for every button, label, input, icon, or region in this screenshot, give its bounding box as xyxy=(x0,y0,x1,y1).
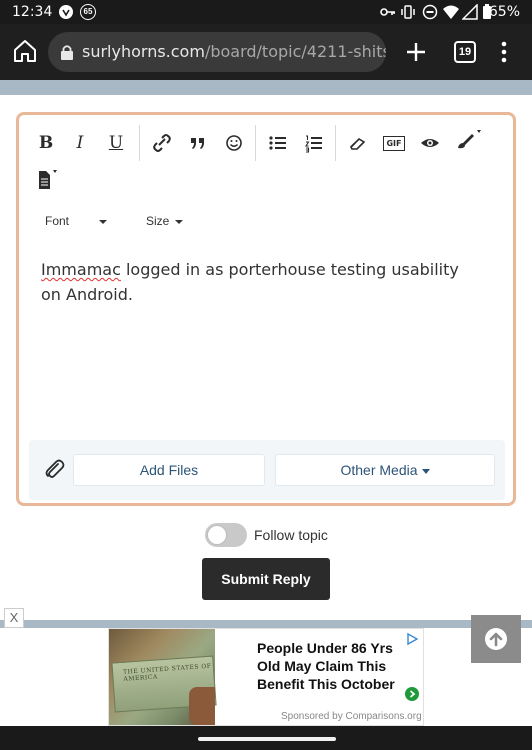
bullet-list-icon[interactable] xyxy=(265,130,291,156)
url-domain: surlyhorns.com xyxy=(82,42,205,61)
signal-icon xyxy=(462,4,478,20)
page-divider xyxy=(0,80,532,95)
status-bar: 12:34 65 65% xyxy=(0,0,532,24)
address-text[interactable]: surlyhorns.com/board/topic/4211-shits-b xyxy=(82,42,386,61)
link-icon[interactable] xyxy=(149,130,175,156)
reply-text-area[interactable]: Immamac logged in as porterhouse testing… xyxy=(41,257,481,307)
follow-topic-toggle[interactable] xyxy=(205,523,247,547)
size-dropdown[interactable]: Size xyxy=(146,214,184,228)
new-tab-icon[interactable] xyxy=(404,40,428,64)
document-icon[interactable] xyxy=(33,167,63,193)
overflow-menu-icon[interactable] xyxy=(496,40,512,64)
toolbar-separator xyxy=(335,125,336,161)
home-icon[interactable] xyxy=(12,38,38,64)
notification-count-icon: 65 xyxy=(80,4,96,20)
status-time: 12:34 xyxy=(12,4,53,20)
reply-editor: B I U GIF Font Size Immamac logged in as… xyxy=(16,112,516,506)
toolbar-separator xyxy=(255,125,256,161)
chevron-down-icon xyxy=(99,219,108,224)
wifi-icon xyxy=(443,5,459,19)
arrow-up-circle-icon xyxy=(485,628,507,650)
ad-headline[interactable]: People Under 86 Yrs Old May Claim This B… xyxy=(257,639,407,693)
key-icon xyxy=(380,8,395,16)
adchoices-icon[interactable] xyxy=(405,632,419,646)
gif-button[interactable]: GIF xyxy=(381,130,407,156)
other-media-label: Other Media xyxy=(340,462,418,478)
battery-percent: 65% xyxy=(488,4,520,20)
preview-eye-icon[interactable] xyxy=(417,130,443,156)
paperclip-icon[interactable] xyxy=(41,456,67,482)
eraser-icon[interactable] xyxy=(345,130,371,156)
hand xyxy=(189,687,215,725)
gesture-handle[interactable] xyxy=(198,737,336,741)
advertisement[interactable]: THE UNITED STATES OF AMERICA People Unde… xyxy=(108,628,424,726)
emoji-icon[interactable] xyxy=(221,130,247,156)
other-media-button[interactable]: Other Media xyxy=(275,454,495,486)
scroll-to-top-button[interactable] xyxy=(471,615,521,663)
follow-topic-label: Follow topic xyxy=(254,527,328,543)
ad-image-money: THE UNITED STATES OF AMERICA xyxy=(109,629,217,725)
page-divider xyxy=(0,620,532,628)
submit-reply-button[interactable]: Submit Reply xyxy=(202,558,330,600)
size-dropdown-label: Size xyxy=(146,214,170,228)
gif-label: GIF xyxy=(383,135,405,151)
system-nav-bar xyxy=(0,726,532,750)
chevron-down-icon xyxy=(175,219,184,224)
vpn-shield-icon xyxy=(59,5,73,19)
paint-brush-icon[interactable] xyxy=(453,127,483,153)
browser-toolbar: surlyhorns.com/board/topic/4211-shits-b … xyxy=(0,24,532,80)
toolbar-separator xyxy=(139,125,140,161)
misspelled-word: Immamac xyxy=(41,260,121,279)
lock-icon xyxy=(61,45,73,60)
do-not-disturb-icon xyxy=(422,4,438,20)
chevron-right-icon[interactable] xyxy=(405,687,419,701)
italic-button[interactable]: I xyxy=(67,130,93,156)
ad-close-button[interactable]: X xyxy=(4,608,24,628)
ad-sponsor: Sponsored by Comparisons.org xyxy=(281,711,422,722)
bill-text: THE UNITED STATES OF AMERICA xyxy=(122,662,212,683)
attachment-bar: Add Files Other Media xyxy=(29,440,505,500)
underline-button[interactable]: U xyxy=(103,130,129,156)
address-bar[interactable]: surlyhorns.com/board/topic/4211-shits-b xyxy=(48,32,386,72)
vibrate-icon xyxy=(401,5,415,19)
add-files-button[interactable]: Add Files xyxy=(73,454,265,486)
numbered-list-icon[interactable] xyxy=(301,130,327,156)
chevron-down-icon xyxy=(421,468,430,474)
url-path: /board/topic/4211-shits-b xyxy=(204,42,386,61)
quote-icon[interactable] xyxy=(185,130,211,156)
bold-button[interactable]: B xyxy=(33,130,59,156)
toggle-knob xyxy=(207,525,227,545)
tab-switcher-button[interactable]: 19 xyxy=(454,41,476,63)
font-dropdown[interactable]: Font xyxy=(45,214,108,228)
font-dropdown-label: Font xyxy=(45,214,70,228)
